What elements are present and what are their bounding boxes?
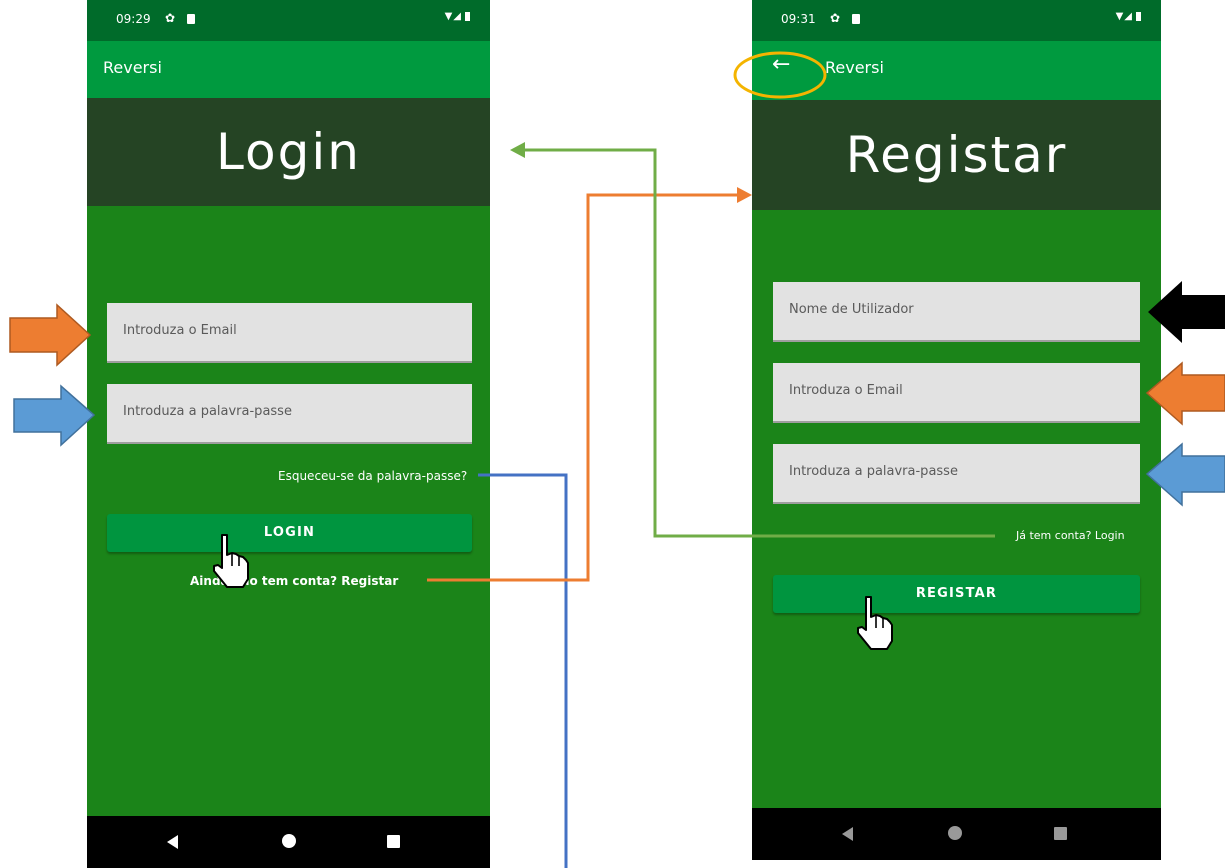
green-connector-to-login — [523, 148, 995, 538]
annotation-overlay — [9, 51, 1225, 868]
blue-connector-forgot-password — [478, 473, 568, 868]
orange-arrow-login-email — [9, 303, 92, 367]
orange-arrow-register-email — [1145, 361, 1225, 426]
orange-connector-to-register — [427, 193, 740, 582]
hand-pointer-icon — [213, 534, 249, 588]
green-connector-arrowhead — [510, 142, 525, 158]
blue-arrow-register-password — [1145, 442, 1225, 507]
orange-connector-arrowhead — [737, 187, 752, 203]
black-arrow-register-username — [1148, 281, 1225, 343]
hand-pointer-icon — [857, 596, 893, 650]
blue-arrow-login-password — [13, 384, 96, 447]
yellow-highlight-back-arrow — [733, 51, 827, 99]
